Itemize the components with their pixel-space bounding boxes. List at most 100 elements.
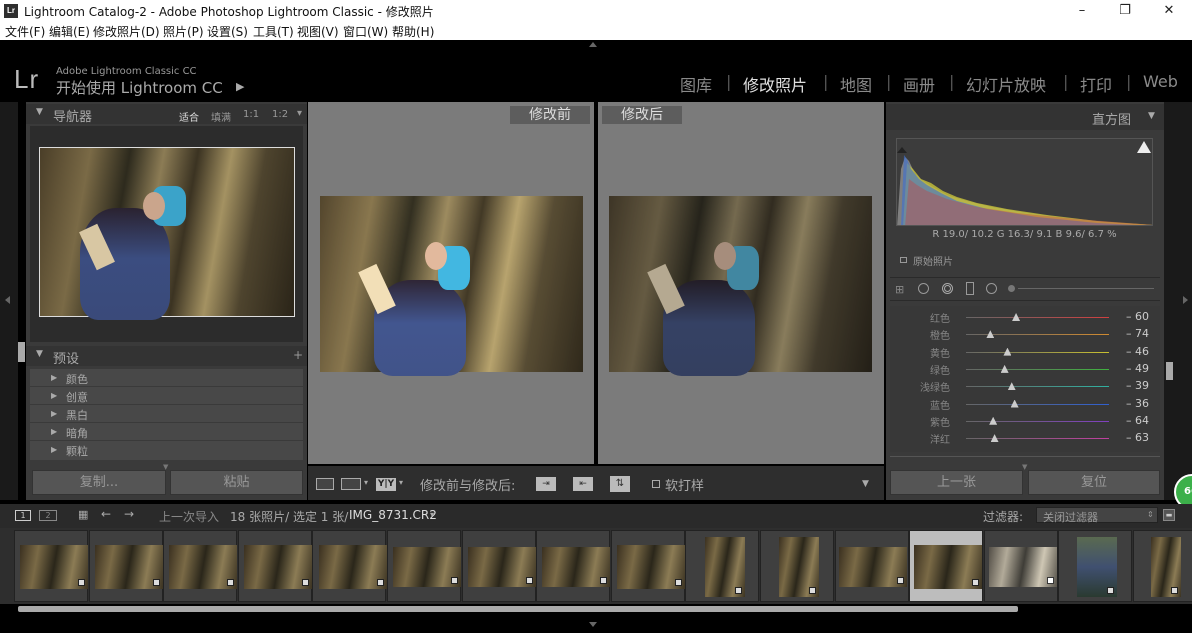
collapse-triangle-icon[interactable]: ▼ — [1148, 111, 1155, 121]
right-panel-toggle-icon[interactable] — [1183, 296, 1188, 304]
menu-edit[interactable]: 编辑(E) — [49, 23, 90, 40]
copy-button[interactable]: 复制... — [32, 470, 166, 495]
list-item[interactable]: ▶ 暗角 — [30, 424, 303, 441]
hsl-value[interactable]: – 63 — [1126, 431, 1149, 444]
navigator-header[interactable]: ▼ 导航器 适合 填满 1:1 1:2 ▾ — [26, 104, 307, 125]
brush-size-track[interactable] — [1018, 288, 1154, 289]
copy-before-to-after-icon[interactable]: ⇥ — [536, 477, 556, 491]
spot-removal-icon[interactable] — [918, 283, 929, 294]
menu-photo[interactable]: 照片(P) — [163, 23, 204, 40]
left-panel-toggle-icon[interactable] — [5, 296, 10, 304]
toolbar-options-icon[interactable]: ▼ — [862, 479, 869, 489]
expand-triangle-icon[interactable]: ▶ — [51, 409, 57, 418]
before-after-view-icon[interactable] — [341, 478, 361, 490]
hsl-slider-track[interactable] — [966, 368, 1109, 370]
expand-triangle-icon[interactable]: ▶ — [51, 391, 57, 400]
collapse-triangle-icon[interactable]: ▼ — [36, 107, 43, 117]
filename-dropdown-icon[interactable]: ▾ — [430, 510, 434, 519]
forward-arrow-icon[interactable]: → — [124, 507, 134, 521]
filmstrip-scrollbar[interactable] — [18, 606, 1018, 612]
expand-triangle-icon[interactable]: ▶ — [51, 427, 57, 436]
module-slideshow[interactable]: 幻灯片放映 — [966, 72, 1046, 96]
filmstrip-thumbnail[interactable] — [983, 530, 1058, 602]
filter-dropdown[interactable]: 关闭过滤器 ⇕ — [1036, 507, 1158, 524]
soft-proof-checkbox[interactable] — [652, 480, 660, 488]
hsl-value[interactable]: – 74 — [1126, 327, 1149, 340]
histogram-header[interactable]: 直方图 ▼ — [886, 104, 1164, 130]
hsl-value[interactable]: – 46 — [1126, 345, 1149, 358]
menu-window[interactable]: 窗口(W) — [343, 23, 388, 40]
hsl-value[interactable]: – 36 — [1126, 397, 1149, 410]
expand-triangle-icon[interactable]: ▶ — [51, 445, 57, 454]
grid-view-icon[interactable]: ▦ — [78, 508, 88, 521]
primary-display-icon[interactable]: 1 — [15, 510, 31, 521]
menu-file[interactable]: 文件(F) — [5, 23, 45, 40]
filmstrip-thumbnail[interactable] — [312, 530, 387, 602]
zoom-fit[interactable]: 适合 — [179, 109, 199, 124]
filmstrip-thumbnail[interactable] — [387, 530, 461, 602]
close-icon[interactable]: ✕ — [1161, 3, 1177, 19]
minimize-icon[interactable]: – — [1074, 3, 1090, 19]
back-arrow-icon[interactable]: ← — [101, 507, 111, 521]
loupe-view-icon[interactable] — [316, 478, 334, 490]
module-map[interactable]: 地图 — [840, 72, 872, 96]
filmstrip-source[interactable]: 上一次导入 — [159, 508, 219, 525]
module-web[interactable]: Web — [1143, 72, 1178, 91]
copy-after-to-before-icon[interactable]: ⇤ — [573, 477, 593, 491]
before-photo[interactable] — [320, 196, 583, 376]
list-item[interactable]: ▶ 黑白 — [30, 406, 303, 423]
filmstrip-thumbnail[interactable] — [536, 530, 611, 602]
swap-before-after-icon[interactable]: ⇅ — [610, 476, 630, 492]
zoom-1-2[interactable]: 1:2 — [272, 109, 288, 120]
histogram-chart[interactable] — [896, 138, 1153, 226]
reset-button[interactable]: 复位 — [1028, 470, 1160, 495]
hsl-value[interactable]: – 49 — [1126, 362, 1149, 375]
list-item[interactable]: ▶ 颗粒 — [30, 442, 303, 459]
top-panel-toggle-icon[interactable] — [589, 42, 597, 47]
filmstrip-thumbnail[interactable] — [760, 530, 834, 602]
filmstrip-thumbnail[interactable] — [163, 530, 238, 602]
expand-triangle-icon[interactable]: ▶ — [51, 373, 57, 382]
hsl-slider-track[interactable] — [966, 317, 1109, 318]
left-panel-scrollbar[interactable] — [18, 342, 25, 362]
side-by-side-icon[interactable]: Y|Y — [376, 478, 396, 491]
filmstrip-thumbnail[interactable] — [1058, 530, 1133, 602]
collapse-triangle-icon[interactable]: ▼ — [36, 349, 43, 359]
filmstrip-thumbnail[interactable] — [610, 530, 685, 602]
view-dropdown-icon[interactable]: ▾ — [364, 478, 368, 487]
menu-view[interactable]: 视图(V) — [297, 23, 339, 40]
graduated-filter-icon[interactable] — [966, 282, 974, 295]
navigator-preview-image[interactable] — [39, 147, 295, 320]
filmstrip-thumbnail[interactable] — [14, 530, 88, 602]
filmstrip-filename[interactable]: IMG_8731.CR2 — [349, 508, 437, 522]
filmstrip-thumbnail[interactable] — [909, 530, 984, 602]
previous-button[interactable]: 上一张 — [890, 470, 1023, 495]
identity-tagline[interactable]: 开始使用 Lightroom CC — [56, 77, 223, 98]
adjustment-brush-icon[interactable] — [1008, 285, 1015, 292]
list-item[interactable]: ▶ 创意 — [30, 388, 303, 405]
hsl-slider-track[interactable] — [966, 351, 1109, 353]
menu-develop[interactable]: 修改照片(D) — [93, 23, 160, 40]
filmstrip-thumbnail[interactable] — [1133, 530, 1192, 602]
menu-settings[interactable]: 设置(S) — [207, 23, 248, 40]
radial-filter-icon[interactable] — [986, 283, 997, 294]
secondary-display-icon[interactable]: 2 — [39, 510, 57, 521]
hsl-slider-track[interactable] — [966, 403, 1109, 405]
list-item[interactable]: ▶ 颜色 — [30, 370, 303, 387]
filmstrip-thumbnail[interactable] — [685, 530, 760, 602]
filmstrip-thumbnail[interactable] — [461, 530, 536, 602]
hsl-slider-track[interactable] — [966, 334, 1109, 336]
tagline-arrow-icon[interactable]: ▶ — [236, 80, 244, 93]
hsl-slider-track[interactable] — [966, 386, 1109, 388]
module-book[interactable]: 画册 — [903, 72, 935, 96]
hsl-slider-track[interactable] — [966, 420, 1109, 422]
hsl-slider-track[interactable] — [966, 438, 1109, 440]
menu-tools[interactable]: 工具(T) — [253, 23, 294, 40]
filmstrip-thumbnail[interactable] — [237, 530, 312, 602]
paste-button[interactable]: 粘贴 — [170, 470, 303, 495]
after-photo[interactable] — [609, 196, 872, 376]
add-preset-icon[interactable]: + — [293, 348, 303, 362]
module-library[interactable]: 图库 — [680, 72, 712, 96]
module-develop[interactable]: 修改照片 — [743, 72, 807, 96]
module-print[interactable]: 打印 — [1080, 72, 1112, 96]
